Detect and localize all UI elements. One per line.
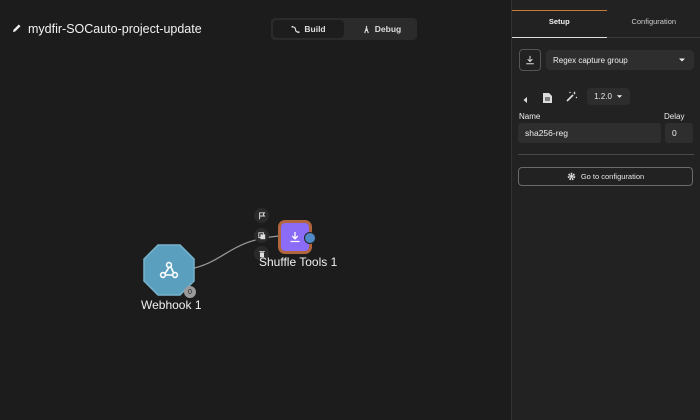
- start-node-button[interactable]: [254, 208, 269, 223]
- caret-left-icon: [523, 97, 527, 103]
- copy-icon: [257, 231, 265, 239]
- tab-setup[interactable]: Setup: [512, 10, 607, 38]
- documentation-button[interactable]: [542, 91, 554, 103]
- download-icon: [290, 232, 300, 243]
- tab-configuration[interactable]: Configuration: [607, 10, 700, 37]
- name-label: Name: [519, 112, 541, 121]
- app-icon-button[interactable]: [519, 49, 541, 71]
- execution-count-badge: 0: [184, 286, 196, 298]
- panel-divider: [518, 154, 694, 155]
- action-select-value: Regex capture group: [553, 55, 628, 65]
- go-to-configuration-button[interactable]: Go to configuration: [518, 167, 693, 186]
- webhook-node-label: Webhook 1: [141, 298, 202, 312]
- caret-down-icon: [679, 58, 685, 62]
- flag-icon: [258, 211, 265, 219]
- copy-node-button[interactable]: [254, 228, 269, 243]
- workflow-canvas[interactable]: mydfir-SOCauto-project-update Build Debu…: [0, 0, 511, 420]
- magic-wand-icon: [566, 91, 578, 102]
- action-select[interactable]: Regex capture group: [546, 50, 694, 70]
- autocomplete-button[interactable]: [565, 90, 578, 103]
- webhook-icon: [159, 261, 179, 279]
- collapse-button[interactable]: [521, 92, 529, 103]
- go-to-configuration-label: Go to configuration: [580, 172, 645, 181]
- name-input[interactable]: sha256-reg: [518, 123, 661, 143]
- webhook-node[interactable]: 0: [143, 244, 196, 298]
- caret-down-icon: [616, 95, 623, 98]
- panel-tabs: Setup Configuration: [512, 10, 700, 38]
- version-select[interactable]: 1.2.0: [587, 88, 630, 105]
- delay-label: Delay: [664, 112, 685, 121]
- download-icon: [526, 55, 534, 65]
- gear-icon: [567, 172, 576, 181]
- shuffle-tools-node-label: Shuffle Tools 1: [259, 255, 338, 269]
- version-value: 1.2.0: [594, 92, 612, 101]
- document-icon: [543, 93, 552, 103]
- output-connector[interactable]: [304, 232, 316, 244]
- delay-input[interactable]: 0: [665, 123, 693, 143]
